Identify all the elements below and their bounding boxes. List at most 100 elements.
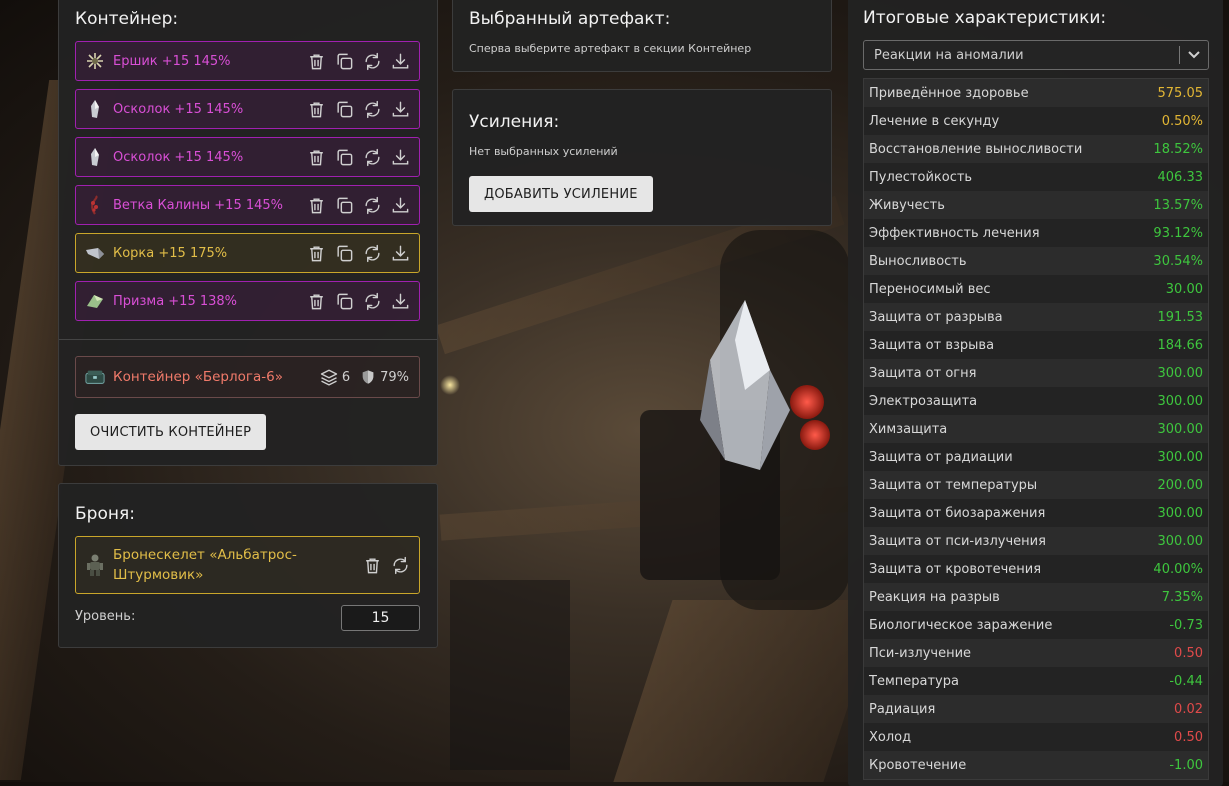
stat-row: Переносимый вес 30.00 [864, 275, 1208, 303]
stat-label: Защита от радиации [869, 449, 1013, 465]
artifact-actions [307, 52, 410, 71]
stat-value: 7.35% [1161, 589, 1203, 605]
stat-label: Реакция на разрыв [869, 589, 1000, 605]
stat-row: Защита от радиации 300.00 [864, 443, 1208, 471]
trash-icon[interactable] [363, 556, 382, 575]
add-boost-button[interactable]: ДОБАВИТЬ УСИЛЕНИЕ [469, 176, 653, 212]
stat-row: Пси-излучение 0.50 [864, 639, 1208, 667]
artifact-row[interactable]: Призма +15 138% [75, 281, 420, 321]
stat-value: 200.00 [1157, 477, 1204, 493]
stat-value: 30.00 [1165, 281, 1203, 297]
refresh-icon[interactable] [391, 556, 410, 575]
selected-artifact-title: Выбранный артефакт: [469, 9, 671, 29]
trash-icon[interactable] [307, 52, 326, 71]
artifact-name: Ветка Калины +15 145% [113, 197, 284, 213]
stat-label: Кровотечение [869, 757, 967, 773]
trash-icon[interactable] [307, 148, 326, 167]
artifact-row[interactable]: Корка +15 175% [75, 233, 420, 273]
level-input[interactable] [341, 605, 420, 631]
armor-item[interactable]: Бронескелет «Альбатрос- Штурмовик» [75, 536, 420, 594]
copy-icon[interactable] [335, 244, 354, 263]
download-icon[interactable] [391, 52, 410, 71]
shard-artifact-icon [85, 99, 105, 119]
copy-icon[interactable] [335, 148, 354, 167]
copy-icon[interactable] [335, 196, 354, 215]
clear-container-button[interactable]: ОЧИСТИТЬ КОНТЕЙНЕР [75, 414, 267, 450]
totals-title: Итоговые характеристики: [863, 8, 1107, 28]
trash-icon[interactable] [307, 292, 326, 311]
trash-icon[interactable] [307, 244, 326, 263]
armor-name: Бронескелет «Альбатрос- Штурмовик» [113, 545, 363, 585]
stat-row: Защита от взрыва 184.66 [864, 331, 1208, 359]
artifact-row[interactable]: Осколок +15 145% [75, 89, 420, 129]
download-icon[interactable] [391, 244, 410, 263]
artifact-row[interactable]: Ершик +15 145% [75, 41, 420, 81]
refresh-icon[interactable] [363, 52, 382, 71]
container-item[interactable]: Контейнер «Берлога-6» 6 79% [75, 356, 420, 398]
stat-value: 30.54% [1153, 253, 1203, 269]
stat-value: -0.73 [1169, 617, 1203, 633]
refresh-icon[interactable] [363, 148, 382, 167]
trash-icon[interactable] [307, 196, 326, 215]
stat-value: 300.00 [1157, 365, 1204, 381]
crystal-decoration [700, 300, 790, 470]
armor-name-line1: Бронескелет «Альбатрос- [113, 547, 297, 563]
stat-row: Защита от огня 300.00 [864, 359, 1208, 387]
reaction-select[interactable]: Реакции на аномалии [863, 40, 1209, 70]
artifact-actions [307, 148, 410, 167]
stat-label: Эффективность лечения [869, 225, 1040, 241]
download-icon[interactable] [391, 292, 410, 311]
download-icon[interactable] [391, 196, 410, 215]
stat-label: Защита от биозаражения [869, 505, 1046, 521]
stat-value: 18.52% [1153, 141, 1203, 157]
container-slots: 6 [320, 368, 350, 386]
stat-value: 13.57% [1153, 197, 1203, 213]
shard-artifact-icon [85, 147, 105, 167]
crust-artifact-icon [85, 243, 105, 263]
refresh-icon[interactable] [363, 196, 382, 215]
container-box-icon [85, 367, 105, 387]
refresh-icon[interactable] [363, 292, 382, 311]
container-name: Контейнер «Берлога-6» [113, 369, 283, 385]
stat-label: Защита от кровотечения [869, 561, 1042, 577]
stat-label: Химзащита [869, 421, 948, 437]
shield-icon [362, 370, 374, 384]
copy-icon[interactable] [335, 292, 354, 311]
stat-value: 300.00 [1157, 505, 1204, 521]
divider [59, 339, 437, 340]
prism-artifact-icon [85, 291, 105, 311]
boosts-title: Усиления: [469, 112, 560, 132]
armor-panel: Броня: Бронескелет «Альбатрос- Штурмовик… [58, 483, 438, 648]
stat-row: Реакция на разрыв 7.35% [864, 583, 1208, 611]
totals-panel: Итоговые характеристики: Реакции на аном… [848, 0, 1223, 786]
download-icon[interactable] [391, 148, 410, 167]
stat-label: Защита от огня [869, 365, 977, 381]
stat-value: -0.44 [1169, 673, 1203, 689]
stat-row: Приведённое здоровье 575.05 [864, 79, 1208, 107]
stat-label: Переносимый вес [869, 281, 991, 297]
stat-label: Живучесть [869, 197, 945, 213]
trash-icon[interactable] [307, 100, 326, 119]
stat-label: Пси-излучение [869, 645, 972, 661]
artifact-name: Осколок +15 145% [113, 101, 244, 117]
copy-icon[interactable] [335, 52, 354, 71]
stat-value: 300.00 [1157, 393, 1204, 409]
selected-artifact-hint: Сперва выберите артефакт в секции Контей… [469, 42, 752, 55]
download-icon[interactable] [391, 100, 410, 119]
stat-row: Радиация 0.02 [864, 695, 1208, 723]
stat-row: Химзащита 300.00 [864, 415, 1208, 443]
stat-row: Защита от кровотечения 40.00% [864, 555, 1208, 583]
stat-row: Живучесть 13.57% [864, 191, 1208, 219]
branch-artifact-icon [85, 195, 105, 215]
artifact-actions [307, 244, 410, 263]
stat-row: Выносливость 30.54% [864, 247, 1208, 275]
artifact-row[interactable]: Осколок +15 145% [75, 137, 420, 177]
stat-label: Лечение в секунду [869, 113, 1000, 129]
refresh-icon[interactable] [363, 244, 382, 263]
artifact-row[interactable]: Ветка Калины +15 145% [75, 185, 420, 225]
stat-row: Биологическое заражение -0.73 [864, 611, 1208, 639]
stat-value: 300.00 [1157, 449, 1204, 465]
copy-icon[interactable] [335, 100, 354, 119]
artifact-name: Ершик +15 145% [113, 53, 231, 69]
refresh-icon[interactable] [363, 100, 382, 119]
